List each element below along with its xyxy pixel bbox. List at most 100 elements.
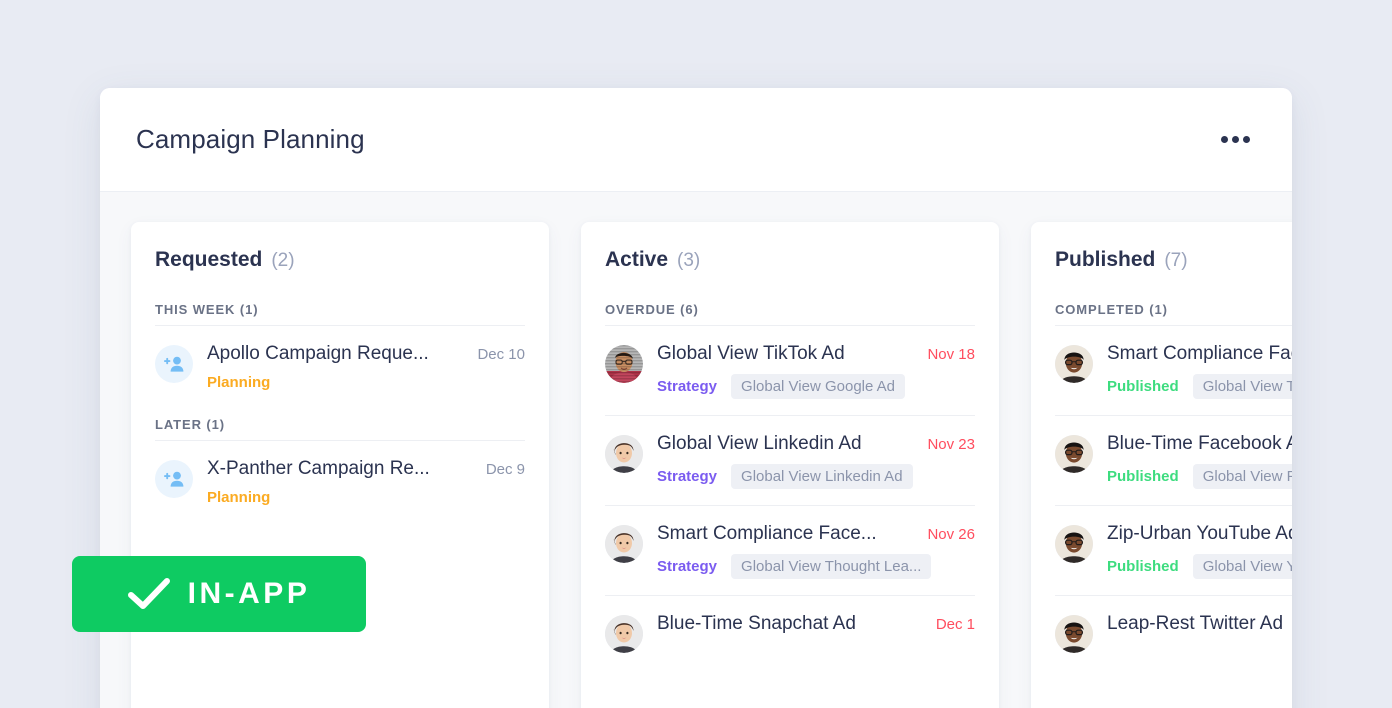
add-person-icon bbox=[155, 460, 193, 498]
avatar bbox=[605, 525, 643, 563]
task-title-row: X-Panther Campaign Re... Dec 9 bbox=[207, 458, 525, 480]
avatar bbox=[605, 435, 643, 473]
group-label: COMPLETED (1) bbox=[1055, 302, 1292, 317]
column-header: Active (3) bbox=[605, 248, 975, 272]
page-title: Campaign Planning bbox=[136, 124, 365, 155]
task-title-row: Blue-Time Snapchat Ad Dec 1 bbox=[657, 613, 975, 635]
column-title: Published bbox=[1055, 248, 1155, 272]
in-app-badge: IN-APP bbox=[72, 556, 366, 632]
group-label: OVERDUE (6) bbox=[605, 302, 975, 317]
task-card[interactable]: Blue-Time Snapchat Ad Dec 1 bbox=[605, 595, 975, 669]
task-due-date: Dec 1 bbox=[936, 616, 975, 633]
task-title-row: Zip-Urban YouTube Ad bbox=[1107, 523, 1292, 545]
task-status: Published bbox=[1107, 468, 1179, 485]
avatar bbox=[1055, 615, 1093, 653]
task-due-date: Nov 23 bbox=[927, 436, 975, 453]
task-status: Published bbox=[1107, 558, 1179, 575]
task-title-row: Smart Compliance Face... Nov 26 bbox=[657, 523, 975, 545]
task-title: Global View TikTok Ad bbox=[657, 343, 845, 365]
task-title: Smart Compliance Face... bbox=[657, 523, 877, 545]
column-header: Published (7) bbox=[1055, 248, 1292, 272]
task-title: Global View Linkedin Ad bbox=[657, 433, 862, 455]
task-tag-chip: Global View Google Ad bbox=[731, 374, 905, 399]
task-tag-chip: Global View Facebook Ad bbox=[1193, 464, 1292, 489]
task-body: Smart Compliance Face... Nov 26 Strategy Gl… bbox=[657, 523, 975, 579]
group-label: THIS WEEK (1) bbox=[155, 302, 525, 317]
board-column[interactable]: Active (3) OVERDUE (6) Global View TikTok A… bbox=[581, 222, 999, 708]
task-status: Strategy bbox=[657, 378, 717, 395]
column-title: Requested bbox=[155, 248, 262, 272]
task-title: X-Panther Campaign Re... bbox=[207, 458, 430, 480]
more-options-button[interactable] bbox=[1215, 128, 1256, 151]
in-app-badge-label: IN-APP bbox=[188, 577, 311, 611]
app-header: Campaign Planning bbox=[100, 88, 1292, 192]
screen-root: Campaign Planning Requested (2) THIS WEEK … bbox=[0, 0, 1392, 708]
task-status: Strategy bbox=[657, 558, 717, 575]
task-body: X-Panther Campaign Re... Dec 9 Planning bbox=[207, 458, 525, 506]
task-card[interactable]: Smart Compliance Face... Published Global … bbox=[1055, 325, 1292, 415]
task-title: Blue-Time Snapchat Ad bbox=[657, 613, 856, 635]
task-body: Smart Compliance Face... Published Global … bbox=[1107, 343, 1292, 399]
avatar bbox=[605, 615, 643, 653]
task-meta-row: Strategy Global View Google Ad bbox=[657, 374, 975, 399]
task-body: Apollo Campaign Reque...Dec 10Planning bbox=[207, 343, 525, 391]
task-status: Planning bbox=[207, 374, 270, 391]
task-body: Blue-Time Facebook Ad Published Global Vie… bbox=[1107, 433, 1292, 489]
task-due-date: Nov 18 bbox=[927, 346, 975, 363]
task-meta-row: Published Global View Facebook Ad bbox=[1107, 464, 1292, 489]
task-due-date: Nov 26 bbox=[927, 526, 975, 543]
ellipsis-dot-icon bbox=[1232, 136, 1239, 143]
task-card[interactable]: Global View Linkedin Ad Nov 23 Strategy Glo… bbox=[605, 415, 975, 505]
task-tag-chip: Global View Thought Lea... bbox=[1193, 374, 1292, 399]
task-status: Strategy bbox=[657, 468, 717, 485]
task-title-row: Leap-Rest Twitter Ad bbox=[1107, 613, 1292, 635]
task-card[interactable]: Apollo Campaign Reque...Dec 10Planning bbox=[155, 325, 525, 407]
task-list: X-Panther Campaign Re... Dec 9 Planning bbox=[155, 440, 525, 522]
column-count: (2) bbox=[271, 250, 294, 272]
avatar bbox=[1055, 435, 1093, 473]
group-label: LATER (1) bbox=[155, 417, 525, 432]
task-body: Global View TikTok Ad Nov 18 Strategy Globa… bbox=[657, 343, 975, 399]
add-person-icon bbox=[155, 345, 193, 383]
task-list: Global View TikTok AdNov 18StrategyGloba… bbox=[605, 325, 975, 669]
board-column[interactable]: Published (7) COMPLETED (1) Smart Complianc… bbox=[1031, 222, 1292, 708]
column-count: (3) bbox=[677, 250, 700, 272]
task-meta-row: Published Global View Thought Lea... bbox=[1107, 374, 1292, 399]
task-list: Apollo Campaign Reque...Dec 10Planning bbox=[155, 325, 525, 407]
task-title-row: Smart Compliance Face... bbox=[1107, 343, 1292, 365]
task-title: Zip-Urban YouTube Ad bbox=[1107, 523, 1292, 545]
column-count: (7) bbox=[1164, 250, 1187, 272]
task-title: Smart Compliance Face... bbox=[1107, 343, 1292, 365]
task-status: Planning bbox=[207, 489, 270, 506]
check-icon bbox=[128, 577, 170, 611]
task-card[interactable]: Blue-Time Facebook Ad Published Global Vie… bbox=[1055, 415, 1292, 505]
task-card[interactable]: Smart Compliance Face... Nov 26 Strategy Gl… bbox=[605, 505, 975, 595]
task-meta-row: Strategy Global View Thought Lea... bbox=[657, 554, 975, 579]
avatar bbox=[1055, 345, 1093, 383]
task-card[interactable]: Global View TikTok Ad Nov 18 Strategy Globa… bbox=[605, 325, 975, 415]
task-card[interactable]: Zip-Urban YouTube Ad Published Global View… bbox=[1055, 505, 1292, 595]
column-header: Requested (2) bbox=[155, 248, 525, 272]
ellipsis-dot-icon bbox=[1243, 136, 1250, 143]
task-status: Published bbox=[1107, 378, 1179, 395]
task-body: Blue-Time Snapchat Ad Dec 1 bbox=[657, 613, 975, 635]
task-list: Smart Compliance Face... Published Global … bbox=[1055, 325, 1292, 669]
task-tag-chip: Global View YouTube Ad bbox=[1193, 554, 1292, 579]
avatar bbox=[1055, 525, 1093, 563]
task-tag-chip: Global View Linkedin Ad bbox=[731, 464, 913, 489]
task-card[interactable]: Leap-Rest Twitter Ad bbox=[1055, 595, 1292, 669]
column-title: Active bbox=[605, 248, 668, 272]
task-body: Global View Linkedin Ad Nov 23 Strategy Glo… bbox=[657, 433, 975, 489]
task-meta-row: Planning bbox=[207, 489, 525, 506]
task-tag-chip: Global View Thought Lea... bbox=[731, 554, 931, 579]
task-meta-row: Planning bbox=[207, 374, 525, 391]
task-body: Zip-Urban YouTube Ad Published Global View… bbox=[1107, 523, 1292, 579]
task-title: Blue-Time Facebook Ad bbox=[1107, 433, 1292, 455]
task-due-date: Dec 10 bbox=[477, 346, 525, 363]
board-column[interactable]: Requested(2)THIS WEEK (1)Apollo Campaign… bbox=[131, 222, 549, 708]
task-title-row: Global View TikTok Ad Nov 18 bbox=[657, 343, 975, 365]
ellipsis-dot-icon bbox=[1221, 136, 1228, 143]
task-meta-row: Strategy Global View Linkedin Ad bbox=[657, 464, 975, 489]
task-due-date: Dec 9 bbox=[486, 461, 525, 478]
task-card[interactable]: X-Panther Campaign Re... Dec 9 Planning bbox=[155, 440, 525, 522]
